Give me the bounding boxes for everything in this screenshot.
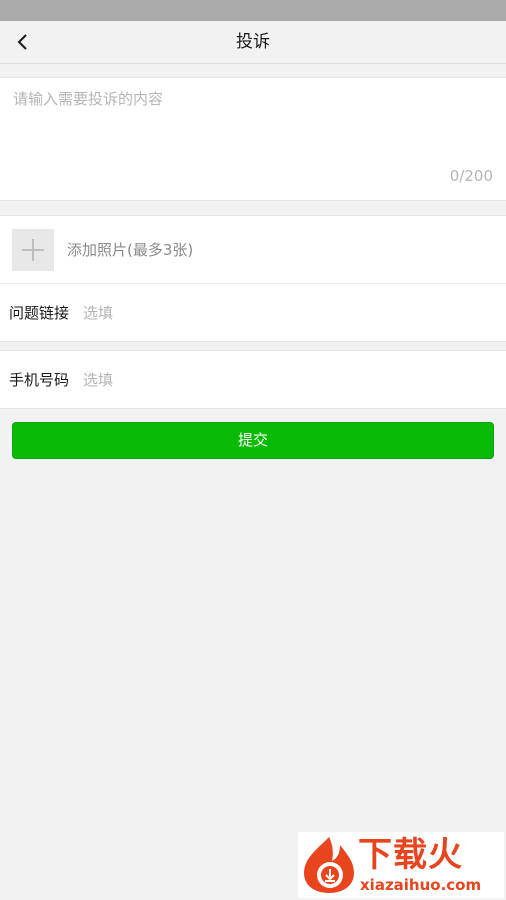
nav-bar: 投诉 [0, 21, 506, 64]
page-title: 投诉 [236, 32, 270, 52]
add-photo-row: 添加照片(最多3张) [0, 216, 506, 284]
add-photo-label: 添加照片(最多3张) [67, 241, 194, 259]
phone-card: 手机号码 [0, 350, 506, 409]
flame-logo-icon [304, 837, 354, 893]
complaint-textarea[interactable] [0, 78, 506, 168]
watermark-title: 下载火 [358, 835, 463, 875]
attachment-card: 添加照片(最多3张) 问题链接 [0, 215, 506, 342]
complaint-section: 0/200 [0, 77, 506, 201]
link-row: 问题链接 [0, 284, 506, 342]
watermark-url: xiazaihuo.com [360, 876, 482, 894]
status-bar [0, 0, 506, 21]
submit-button[interactable]: 提交 [12, 422, 494, 459]
watermark: 下载火 xiazaihuo.com [298, 832, 504, 898]
link-label: 问题链接 [9, 304, 70, 322]
link-input[interactable] [83, 298, 483, 328]
phone-input[interactable] [83, 365, 483, 395]
phone-row: 手机号码 [0, 351, 506, 409]
phone-label: 手机号码 [9, 371, 70, 389]
char-counter: 0/200 [449, 167, 493, 185]
add-photo-button[interactable] [12, 229, 54, 271]
